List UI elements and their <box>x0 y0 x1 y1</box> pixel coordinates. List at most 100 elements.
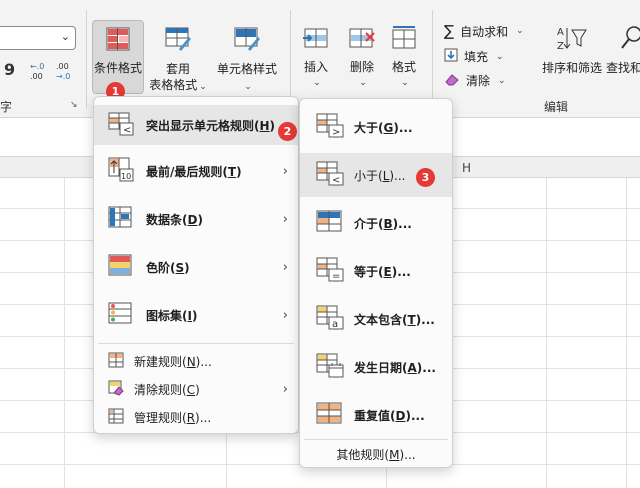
manage-rules-label: 管理规则( <box>134 410 187 425</box>
autosum-button[interactable]: ∑ 自动求和 ⌄ <box>444 22 524 40</box>
chevron-right-icon: › <box>282 307 288 323</box>
chevron-down-icon: ⌄ <box>199 82 207 92</box>
delete-label: 删除 <box>349 60 374 74</box>
clear-button[interactable]: 清除 ⌄ <box>444 72 506 89</box>
manage-rules-icon <box>108 408 124 427</box>
menu-item-color-scales[interactable]: 色阶(S) › <box>94 245 298 289</box>
menu-item-data-bars[interactable]: 数据条(D) › <box>94 197 298 241</box>
group-separator <box>290 10 291 108</box>
icon-sets-post: ) <box>191 308 198 323</box>
insert-cells-icon <box>296 25 336 55</box>
submenu-item-text-contains[interactable]: a 文本包含(T)... <box>300 297 452 341</box>
clear-label: 清除 <box>466 74 491 88</box>
format-button[interactable]: 格式 ⌄ <box>386 22 422 88</box>
autosum-label: 自动求和 <box>460 24 509 39</box>
menu-item-highlight-rules[interactable]: < 突出显示单元格规则(H) › <box>94 105 298 145</box>
submenu-item-between[interactable]: 介于(B)... <box>300 201 452 245</box>
grid-line <box>626 178 627 488</box>
format-as-table-button[interactable]: 套用 表格格式 ⌄ <box>148 22 208 92</box>
svg-text:Z: Z <box>557 41 564 52</box>
equal-to-key: E <box>383 264 392 279</box>
submenu-item-more-rules[interactable]: 其他规则(M)... <box>300 441 452 467</box>
menu-item-icon-sets[interactable]: 图标集(I) › <box>94 293 298 337</box>
fill-button[interactable]: 填充 ⌄ <box>444 48 504 65</box>
submenu-item-date-occurring[interactable]: 发生日期(A)... <box>300 345 452 389</box>
sort-filter-button[interactable]: A Z 排序和筛选 <box>540 22 604 88</box>
submenu-item-greater-than[interactable]: > 大于(G)... <box>300 105 452 149</box>
delete-button[interactable]: 删除 ⌄ <box>342 22 382 88</box>
menu-item-manage-rules[interactable]: 管理规则(R)... <box>94 403 298 431</box>
new-rule-post: )... <box>195 354 212 369</box>
equal-to-post: )... <box>391 264 411 279</box>
equal-to-icon: = <box>316 257 344 286</box>
dialog-launcher-icon[interactable]: ↘ <box>70 100 78 110</box>
data-bars-key: D <box>187 212 198 227</box>
font-size-combobox[interactable]: ⌄ <box>0 26 76 50</box>
less-than-label: 小于( <box>354 168 383 183</box>
submenu-item-duplicate-values[interactable]: 重复值(D)... <box>300 393 452 437</box>
conditional-format-icon <box>93 26 143 56</box>
between-label: 介于( <box>354 216 384 231</box>
submenu-item-equal-to[interactable]: = 等于(E)... <box>300 249 452 293</box>
duplicate-values-icon <box>316 402 344 429</box>
greater-than-post: )... <box>393 120 413 135</box>
format-cells-icon <box>386 25 422 55</box>
date-occurring-icon <box>316 353 344 382</box>
find-select-button[interactable]: 查找和 <box>606 22 640 88</box>
increase-decimal-icon[interactable]: ←.0.00 <box>28 60 48 86</box>
eraser-icon <box>444 72 460 89</box>
menu-item-clear-rules[interactable]: 清除规则(C) › <box>94 375 298 403</box>
data-bars-label: 数据条( <box>146 212 188 227</box>
comma-style-button[interactable]: 9 <box>4 60 15 79</box>
text-contains-post: )... <box>415 312 435 327</box>
menu-item-new-rule[interactable]: 新建规则(N)... <box>94 347 298 375</box>
highlight-rules-submenu: > 大于(G)... < 小于(L)... 介于(B)... = 等于(E)..… <box>299 98 453 468</box>
step-badge-2: 2 <box>278 122 297 141</box>
format-label: 格式 <box>391 60 416 74</box>
svg-text:<: < <box>332 175 340 186</box>
menu-divider <box>98 343 294 344</box>
chevron-down-icon[interactable]: ⌄ <box>61 30 70 43</box>
chevron-right-icon: › <box>282 163 288 179</box>
new-rule-icon <box>108 352 124 371</box>
format-table-label-2: 表格格式 <box>149 78 198 92</box>
new-rule-key: N <box>186 354 196 369</box>
insert-button[interactable]: 插入 ⌄ <box>296 22 336 88</box>
clear-rules-label: 清除规则( <box>134 382 187 397</box>
clear-rules-icon <box>108 380 124 399</box>
data-bars-icon <box>108 206 134 233</box>
fill-down-icon <box>444 48 458 65</box>
decrease-decimal-icon[interactable]: .00 →.0 <box>54 60 74 86</box>
conditional-format-label: 条件格式 <box>93 61 142 75</box>
clear-rules-key: C <box>186 382 196 397</box>
chevron-right-icon: › <box>282 211 288 227</box>
highlight-rules-post: ) <box>269 118 276 133</box>
top-bottom-rules-label: 最前/最后规则( <box>146 164 228 179</box>
between-post: )... <box>392 216 412 231</box>
greater-than-icon: > <box>316 113 344 142</box>
top-bottom-rules-key: T <box>227 164 237 179</box>
icon-sets-icon <box>108 302 134 329</box>
cell-style-button[interactable]: 单元格样式 ⌄ <box>214 22 280 92</box>
chevron-down-icon: ⌄ <box>496 51 504 62</box>
highlight-rules-key: H <box>259 118 270 133</box>
column-header-h: H <box>462 161 472 175</box>
highlight-rules-label: 突出显示单元格规则( <box>146 118 260 133</box>
group-separator <box>86 10 87 108</box>
text-contains-label: 文本包含( <box>354 312 408 327</box>
sort-filter-icon: A Z <box>540 24 604 56</box>
format-table-label-1: 套用 <box>165 62 190 76</box>
menu-item-top-bottom-rules[interactable]: 10 最前/最后规则(T) › <box>94 149 298 193</box>
more-rules-post: )... <box>399 447 416 462</box>
magnifier-icon <box>620 24 640 56</box>
svg-text:A: A <box>557 27 564 38</box>
between-key: B <box>383 216 393 231</box>
step-badge-3: 3 <box>416 168 435 187</box>
find-select-label: 查找和 <box>606 61 640 75</box>
menu-divider <box>304 439 448 440</box>
duplicate-values-post: )... <box>405 408 425 423</box>
clear-rules-post: ) <box>195 382 200 397</box>
text-contains-key: T <box>407 312 416 327</box>
svg-text:10: 10 <box>121 172 131 181</box>
date-occurring-post: )... <box>416 360 436 375</box>
